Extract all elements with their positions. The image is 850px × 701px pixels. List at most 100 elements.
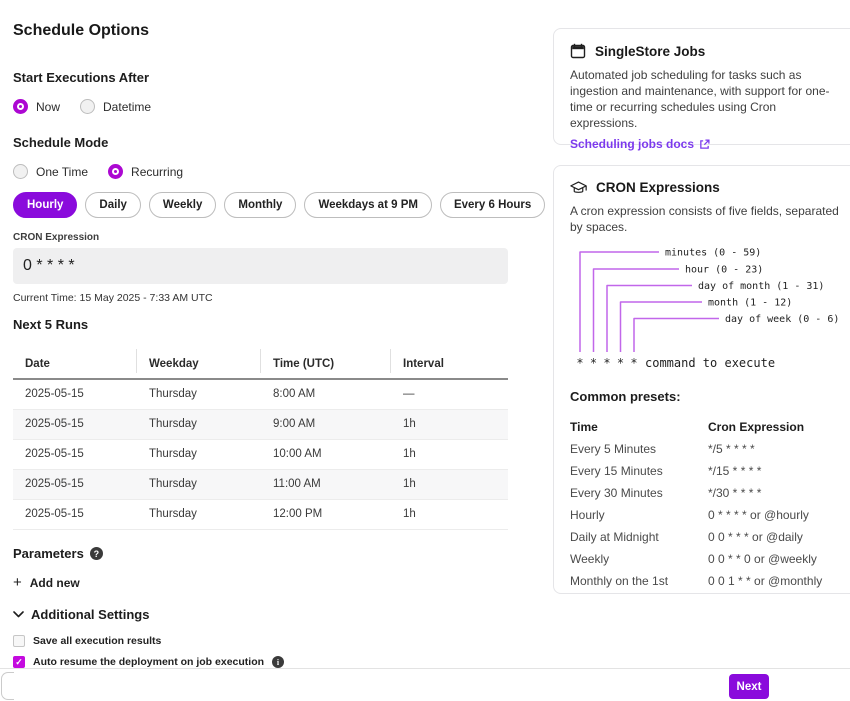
checkbox-save-results[interactable]: Save all execution results: [13, 635, 161, 648]
cell-time: 12:00 PM: [261, 499, 391, 529]
common-presets-table: Time Cron Expression Every 5 Minutes */5…: [570, 416, 845, 592]
col-weekday: Weekday: [137, 349, 261, 379]
cell-interval: —: [391, 379, 508, 409]
cell-time: 11:00 AM: [261, 469, 391, 499]
jobs-card-title: SingleStore Jobs: [595, 44, 705, 59]
info-icon[interactable]: i: [272, 656, 284, 668]
radio-selected-icon: [13, 99, 28, 114]
cell-time: 9:00 AM: [261, 409, 391, 439]
diagram-label-month: month (1 - 12): [708, 298, 792, 309]
radio-now-label: Now: [36, 100, 60, 114]
radio-datetime[interactable]: Datetime: [80, 99, 151, 114]
start-executions-heading: Start Executions After: [13, 70, 508, 86]
cell-interval: 1h: [391, 409, 508, 439]
preset-chips: Hourly Daily Weekly Monthly Weekdays at …: [13, 192, 508, 218]
parameters-heading: Parameters ?: [13, 546, 508, 562]
cell-date: 2025-05-15: [13, 379, 137, 409]
singlestore-jobs-card: SingleStore Jobs Automated job schedulin…: [553, 28, 850, 145]
radio-recurring-label: Recurring: [131, 165, 183, 179]
start-executions-radio-group: Now Datetime: [13, 99, 508, 114]
radio-unselected-icon: [80, 99, 95, 114]
diagram-star: *: [576, 356, 583, 370]
cell-date: 2025-05-15: [13, 409, 137, 439]
radio-datetime-label: Datetime: [103, 100, 151, 114]
cell-weekday: Thursday: [137, 469, 261, 499]
common-presets-heading: Common presets:: [570, 389, 845, 404]
scheduling-docs-link[interactable]: Scheduling jobs docs: [570, 137, 710, 151]
checkbox-checked-icon: ✓: [13, 656, 25, 668]
next-button[interactable]: Next: [729, 674, 769, 699]
col-time-utc: Time (UTC): [261, 349, 391, 379]
cron-card-title: CRON Expressions: [596, 180, 720, 195]
table-row: 2025-05-15 Thursday 10:00 AM 1h: [13, 439, 508, 469]
additional-settings-toggle[interactable]: Additional Settings: [13, 607, 149, 623]
checkbox-save-results-label: Save all execution results: [33, 635, 161, 647]
radio-one-time[interactable]: One Time: [13, 164, 88, 179]
schedule-options-page: Schedule Options Start Executions After …: [0, 0, 850, 701]
cell-date: 2025-05-15: [13, 499, 137, 529]
chip-monthly[interactable]: Monthly: [224, 192, 296, 218]
preset-time: Monthly on the 1st: [570, 570, 708, 592]
parameters-label: Parameters: [13, 546, 84, 562]
chip-every-6-hours[interactable]: Every 6 Hours: [440, 192, 545, 218]
next-runs-table: Date Weekday Time (UTC) Interval 2025-05…: [13, 349, 508, 530]
preset-time: Every 5 Minutes: [570, 438, 708, 460]
cell-date: 2025-05-15: [13, 469, 137, 499]
chip-weekly[interactable]: Weekly: [149, 192, 216, 218]
page-title: Schedule Options: [13, 21, 508, 41]
cron-expressions-card: CRON Expressions A cron expression consi…: [553, 165, 850, 594]
preset-value: */30 * * * *: [708, 482, 845, 504]
additional-settings-label: Additional Settings: [31, 607, 149, 623]
cell-weekday: Thursday: [137, 379, 261, 409]
external-link-icon: [699, 139, 710, 150]
add-new-button[interactable]: + Add new: [13, 576, 80, 590]
chip-weekdays-9pm[interactable]: Weekdays at 9 PM: [304, 192, 432, 218]
cron-expression-label: CRON Expression: [13, 232, 508, 244]
radio-one-time-label: One Time: [36, 165, 88, 179]
presets-col-cron: Cron Expression: [708, 416, 845, 438]
diagram-label-day-of-week: day of week (0 - 6): [725, 314, 839, 325]
footer-divider: [0, 668, 850, 669]
plus-icon: +: [13, 576, 22, 590]
preset-value: 0 0 * * * or @daily: [708, 526, 845, 548]
diagram-label-minutes: minutes (0 - 59): [665, 248, 761, 259]
chip-hourly[interactable]: Hourly: [13, 192, 77, 218]
add-new-label: Add new: [30, 576, 80, 590]
cell-date: 2025-05-15: [13, 439, 137, 469]
cron-expression-input[interactable]: 0 * * * *: [13, 248, 508, 284]
presets-col-time: Time: [570, 416, 708, 438]
current-time-text: Current Time: 15 May 2025 - 7:33 AM UTC: [13, 292, 508, 305]
preset-value: */15 * * * *: [708, 460, 845, 482]
preset-value: 0 0 * * 0 or @weekly: [708, 548, 845, 570]
jobs-card-header: SingleStore Jobs: [570, 43, 845, 59]
radio-selected-icon: [108, 164, 123, 179]
cell-weekday: Thursday: [137, 499, 261, 529]
table-row: 2025-05-15 Thursday 12:00 PM 1h: [13, 499, 508, 529]
checkbox-auto-resume-label: Auto resume the deployment on job execut…: [33, 656, 264, 668]
diagram-label-hour: hour (0 - 23): [685, 265, 763, 276]
col-interval: Interval: [391, 349, 508, 379]
cell-time: 10:00 AM: [261, 439, 391, 469]
radio-recurring[interactable]: Recurring: [108, 164, 183, 179]
chevron-down-icon: [13, 611, 24, 618]
chip-daily[interactable]: Daily: [85, 192, 141, 218]
preset-value: 0 0 1 * * or @monthly: [708, 570, 845, 592]
cell-interval: 1h: [391, 439, 508, 469]
diagram-star: *: [603, 356, 610, 370]
help-icon[interactable]: ?: [90, 547, 103, 560]
cron-card-header: CRON Expressions: [570, 180, 845, 195]
cell-weekday: Thursday: [137, 409, 261, 439]
next-runs-heading: Next 5 Runs: [13, 317, 508, 333]
scheduling-docs-link-label: Scheduling jobs docs: [570, 137, 694, 151]
preset-time: Hourly: [570, 504, 708, 526]
schedule-mode-radio-group: One Time Recurring: [13, 164, 508, 179]
diagram-star: *: [630, 356, 637, 370]
left-column: Schedule Options Start Executions After …: [13, 0, 508, 669]
col-date: Date: [13, 349, 137, 379]
calendar-icon: [570, 43, 586, 59]
checkbox-auto-resume[interactable]: ✓ Auto resume the deployment on job exec…: [13, 656, 284, 669]
radio-now[interactable]: Now: [13, 99, 60, 114]
cron-fields-diagram: minutes (0 - 59) hour (0 - 23) day of mo…: [566, 242, 846, 374]
table-row: 2025-05-15 Thursday 8:00 AM —: [13, 379, 508, 409]
preset-value: 0 * * * * or @hourly: [708, 504, 845, 526]
